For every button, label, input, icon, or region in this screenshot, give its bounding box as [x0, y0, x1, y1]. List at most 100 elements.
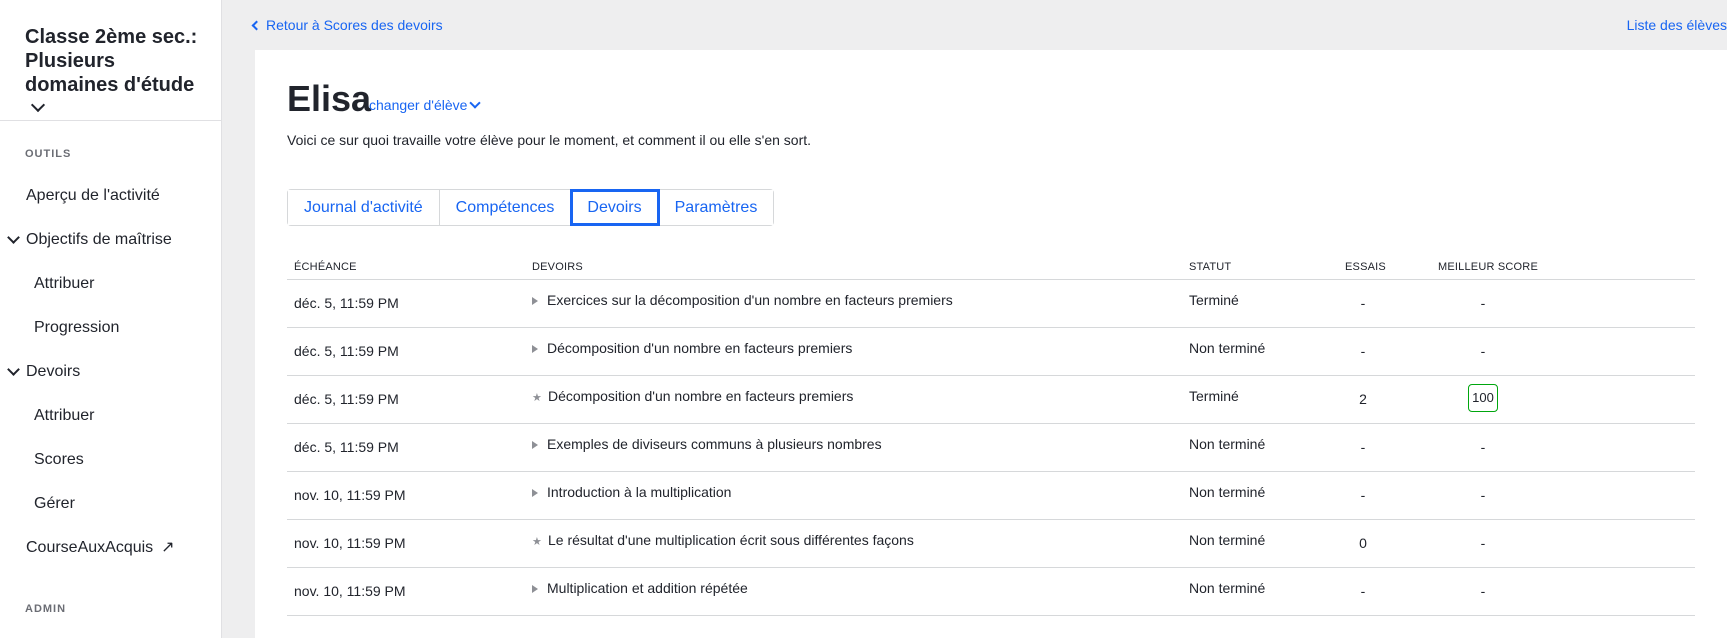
tries: -	[1360, 439, 1366, 455]
table-row[interactable]: nov. 10, 11:59 PM Introduction à la mult…	[287, 472, 1695, 520]
tab-skills[interactable]: Compétences	[439, 190, 572, 225]
play-icon	[532, 345, 538, 353]
table-row[interactable]: déc. 5, 11:59 PM Exemples de diviseurs c…	[287, 424, 1695, 472]
assignment-title[interactable]: Introduction à la multiplication	[532, 484, 731, 500]
due-date: déc. 5, 11:59 PM	[294, 439, 399, 455]
chevron-down-icon	[7, 231, 20, 244]
external-link-icon: ↗	[161, 539, 175, 556]
tab-assignments[interactable]: Devoirs	[570, 189, 660, 226]
chevron-left-icon	[251, 20, 262, 31]
due-date: déc. 5, 11:59 PM	[294, 343, 399, 359]
due-date: déc. 5, 11:59 PM	[294, 391, 399, 407]
sidebar-divider	[0, 120, 222, 121]
header-tries[interactable]: ESSAIS	[1345, 261, 1386, 273]
class-title: Classe 2ème sec.: Plusieurs domaines d'é…	[25, 26, 198, 96]
header-best-score[interactable]: MEILLEUR SCORE	[1438, 261, 1538, 273]
best-score: 100	[1438, 384, 1528, 419]
sidebar-item-mastery-progress[interactable]: Progression	[34, 318, 119, 338]
header-title[interactable]: DEVOIRS	[532, 261, 583, 273]
sidebar-item-mastery-assign[interactable]: Attribuer	[34, 274, 94, 294]
assignment-title-text: Le résultat d'une multiplication écrit s…	[548, 532, 914, 548]
sidebar-item-assignments-assign[interactable]: Attribuer	[34, 406, 94, 426]
assignments-table: ÉCHÉANCE DEVOIRS STATUT ESSAIS MEILLEUR …	[287, 259, 1695, 616]
table-row[interactable]: nov. 10, 11:59 PM ★ Le résultat d'une mul…	[287, 520, 1695, 568]
chevron-down-icon	[469, 97, 482, 109]
tries: -	[1360, 487, 1366, 503]
status: Terminé	[1189, 292, 1239, 308]
assignment-title[interactable]: Exercices sur la décomposition d'un nomb…	[532, 292, 953, 308]
best-score: -	[1480, 487, 1486, 503]
best-score: -	[1480, 439, 1486, 455]
best-score: -	[1480, 535, 1486, 551]
assignment-title-text: Introduction à la multiplication	[547, 484, 732, 500]
status: Non terminé	[1189, 340, 1266, 356]
tries: -	[1360, 295, 1366, 311]
sidebar-item-label: Objectifs de maîtrise	[26, 231, 172, 248]
best-score: -	[1480, 583, 1486, 599]
chevron-down-icon	[30, 97, 46, 113]
assignment-title[interactable]: Décomposition d'un nombre en facteurs pr…	[532, 340, 852, 356]
status: Non terminé	[1189, 484, 1266, 500]
tab-settings[interactable]: Paramètres	[658, 190, 774, 225]
table-header: ÉCHÉANCE DEVOIRS STATUT ESSAIS MEILLEUR …	[287, 259, 1695, 280]
play-icon	[532, 585, 538, 593]
assignment-title[interactable]: ★ Décomposition d'un nombre en facteurs p…	[532, 388, 853, 404]
sidebar-item-assignments[interactable]: Devoirs	[7, 362, 81, 382]
star-icon: ★	[532, 392, 542, 404]
status: Terminé	[1189, 388, 1239, 404]
status: Non terminé	[1189, 532, 1266, 548]
best-score: -	[1480, 343, 1486, 359]
sidebar-item-mastery-goals[interactable]: Objectifs de maîtrise	[7, 230, 172, 250]
sidebar-item-course-challenge[interactable]: CourseAuxAcquis ↗	[26, 538, 175, 558]
status: Non terminé	[1189, 580, 1266, 596]
star-icon: ★	[532, 536, 542, 548]
assignment-title-text: Décomposition d'un nombre en facteurs pr…	[547, 340, 853, 356]
sidebar: Classe 2ème sec.: Plusieurs domaines d'é…	[0, 0, 222, 638]
due-date: nov. 10, 11:59 PM	[294, 487, 406, 503]
play-icon	[532, 297, 538, 305]
sidebar-item-label: CourseAuxAcquis	[26, 539, 154, 556]
due-date: nov. 10, 11:59 PM	[294, 535, 406, 551]
assignment-title-text: Multiplication et addition répétée	[547, 580, 748, 596]
status: Non terminé	[1189, 436, 1266, 452]
best-score: -	[1480, 295, 1486, 311]
sidebar-item-assignments-scores[interactable]: Scores	[34, 450, 84, 470]
table-row[interactable]: déc. 5, 11:59 PM ★ Décomposition d'un nom…	[287, 376, 1695, 424]
tries: -	[1360, 583, 1366, 599]
tries: 0	[1359, 535, 1367, 551]
section-label-admin: ADMIN	[25, 603, 67, 615]
sidebar-item-label: Devoirs	[26, 363, 81, 380]
student-name: Elisa	[287, 78, 372, 119]
back-link[interactable]: Retour à Scores des devoirs	[251, 17, 443, 33]
play-icon	[532, 489, 538, 497]
header-status[interactable]: STATUT	[1189, 261, 1231, 273]
tries: -	[1360, 343, 1366, 359]
due-date: déc. 5, 11:59 PM	[294, 295, 399, 311]
table-row[interactable]: nov. 10, 11:59 PM Multiplication et addi…	[287, 568, 1695, 616]
sidebar-item-activity-overview[interactable]: Aperçu de l'activité	[26, 186, 160, 206]
sidebar-item-assignments-manage[interactable]: Gérer	[34, 494, 75, 514]
class-selector[interactable]: Classe 2ème sec.: Plusieurs domaines d'é…	[0, 0, 200, 121]
table-row[interactable]: déc. 5, 11:59 PM Exercices sur la décomp…	[287, 280, 1695, 328]
due-date: nov. 10, 11:59 PM	[294, 583, 406, 599]
change-student-label: changer d'élève	[369, 97, 468, 113]
header-due[interactable]: ÉCHÉANCE	[294, 261, 357, 273]
chevron-down-icon	[7, 363, 20, 376]
change-student-dropdown[interactable]: changer d'élève	[369, 97, 482, 113]
table-row[interactable]: déc. 5, 11:59 PM Décomposition d'un nomb…	[287, 328, 1695, 376]
assignment-title[interactable]: Exemples de diviseurs communs à plusieur…	[532, 436, 882, 452]
score-badge[interactable]: 100	[1468, 384, 1498, 412]
section-label-tools: OUTILS	[25, 148, 72, 160]
students-list-link[interactable]: Liste des élèves	[1627, 17, 1727, 33]
page-subtitle: Voici ce sur quoi travaille votre élève …	[287, 132, 812, 148]
assignment-title-text: Exemples de diviseurs communs à plusieur…	[547, 436, 882, 452]
tab-activity-log[interactable]: Journal d'activité	[288, 190, 440, 225]
assignment-title-text: Décomposition d'un nombre en facteurs pr…	[548, 388, 854, 404]
assignment-title[interactable]: Multiplication et addition répétée	[532, 580, 748, 596]
assignment-title-text: Exercices sur la décomposition d'un nomb…	[547, 292, 953, 308]
assignment-title[interactable]: ★ Le résultat d'une multiplication écrit …	[532, 532, 914, 548]
tab-bar: Journal d'activité Compétences Devoirs P…	[287, 189, 775, 226]
play-icon	[532, 441, 538, 449]
main-panel: Elisa changer d'élève Voici ce sur quoi …	[255, 50, 1727, 638]
back-link-label: Retour à Scores des devoirs	[266, 17, 443, 33]
